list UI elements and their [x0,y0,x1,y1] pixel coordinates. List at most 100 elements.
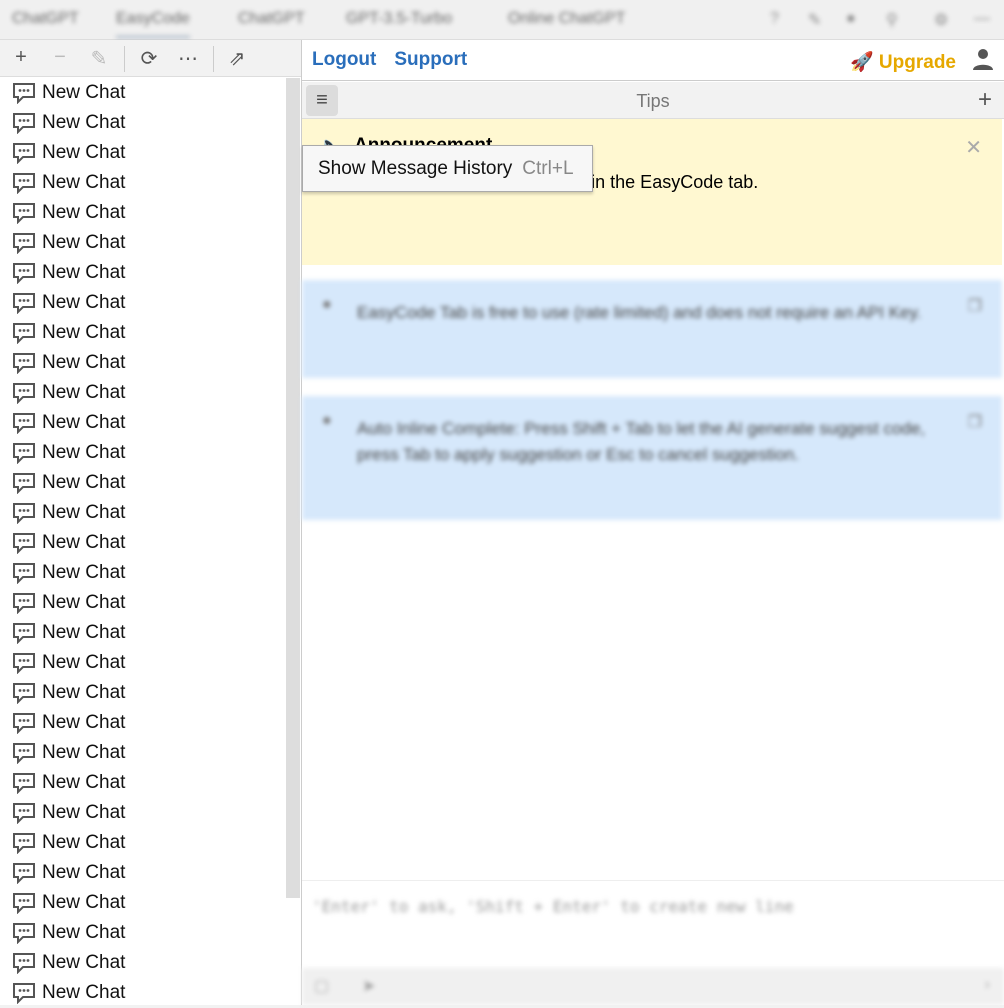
chat-list-item[interactable]: New Chat [0,858,286,888]
pin-icon[interactable]: ⚲ [886,10,898,30]
divider [124,46,125,72]
chat-bubble-icon [13,473,35,494]
chat-list-item[interactable]: New Chat [0,288,286,318]
tab-easycode[interactable]: EasyCode [116,10,190,38]
chat-bubble-icon [13,203,35,224]
chat-title: New Chat [42,232,126,253]
tab-online-chatgpt[interactable]: Online ChatGPT [508,10,625,28]
chat-bubble-icon [13,293,35,314]
chat-bubble-icon [13,383,35,404]
chat-list-item[interactable]: New Chat [0,198,286,228]
tooltip-label: Show Message History [318,157,513,179]
chat-list-item[interactable]: New Chat [0,258,286,288]
tab-chatgpt[interactable]: ChatGPT [12,10,79,28]
chat-bubble-icon [13,533,35,554]
chat-list-item[interactable]: New Chat [0,918,286,948]
chat-list-item[interactable]: New Chat [0,318,286,348]
chat-title: New Chat [42,562,126,583]
chat-title: New Chat [42,862,126,883]
close-icon[interactable]: ✕ [965,135,982,160]
add-icon[interactable]: + [9,46,33,69]
chat-title: New Chat [42,922,126,943]
chat-bubble-icon [13,863,35,884]
chat-bubble-icon [13,503,35,524]
chat-list-item[interactable]: New Chat [0,678,286,708]
chat-list-item[interactable]: New Chat [0,648,286,678]
user-icon[interactable] [972,48,994,75]
tips-title: Tips [636,91,670,111]
chat-title: New Chat [42,652,126,673]
chat-list-item[interactable]: New Chat [0,738,286,768]
chat-list-item[interactable]: New Chat [0,228,286,258]
chat-list-item[interactable]: New Chat [0,828,286,858]
wrench-icon[interactable]: ✎ [808,10,821,30]
chat-list-item[interactable]: New Chat [0,408,286,438]
chat-list-item[interactable]: New Chat [0,438,286,468]
chat-bubble-icon [13,413,35,434]
chat-list-item[interactable]: New Chat [0,558,286,588]
logout-link[interactable]: Logout [312,49,376,71]
chat-list-item[interactable]: New Chat [0,768,286,798]
more-icon[interactable]: ⋯ [176,46,200,71]
chat-list-item[interactable]: New Chat [0,348,286,378]
chat-list-item[interactable]: New Chat [0,138,286,168]
chat-title: New Chat [42,682,126,703]
chat-bubble-icon [13,923,35,944]
tooltip-shortcut: Ctrl+L [522,157,574,179]
chat-list-item[interactable]: New Chat [0,588,286,618]
chat-title: New Chat [42,502,126,523]
robot-icon[interactable]: ● [846,10,856,28]
chat-list-item[interactable]: New Chat [0,618,286,648]
chat-list-item[interactable]: New Chat [0,798,286,828]
chat-list-item[interactable]: New Chat [0,978,286,1008]
message-input[interactable]: 'Enter' to ask, 'Shift + Enter' to creat… [302,880,1004,968]
copy-icon[interactable]: ❐ [968,412,982,432]
rocket-icon: 🚀 [849,52,874,73]
chat-title: New Chat [42,292,126,313]
chat-title: New Chat [42,982,126,1003]
chat-bubble-icon [13,113,35,134]
chat-list-item[interactable]: New Chat [0,528,286,558]
copy-icon[interactable]: ❐ [968,296,982,316]
chat-list-item[interactable]: New Chat [0,378,286,408]
chat-list-item[interactable]: New Chat [0,888,286,918]
tab-gpt35[interactable]: GPT-3.5-Turbo [346,10,452,28]
chat-list-item[interactable]: New Chat [0,498,286,528]
remove-icon[interactable]: − [48,46,72,69]
chat-title: New Chat [42,532,126,553]
chat-list-item[interactable]: New Chat [0,468,286,498]
chat-list-item[interactable]: New Chat [0,168,286,198]
chat-list-item[interactable]: New Chat [0,708,286,738]
chat-list-item[interactable]: New Chat [0,78,286,108]
support-link[interactable]: Support [394,49,467,71]
sidebar-toolbar: + − ✎ ⟳ ⋯ ⇗ [0,40,301,77]
add-icon[interactable]: + [978,86,992,114]
help-icon[interactable]: ? [770,10,779,28]
tab-chatgpt-2[interactable]: ChatGPT [238,10,305,28]
chat-list-item[interactable]: New Chat [0,948,286,978]
edit-icon[interactable]: ✎ [87,46,111,71]
chat-bubble-icon [13,263,35,284]
chat-title: New Chat [42,202,126,223]
chat-title: New Chat [42,952,126,973]
tips-bar: ≡ Tips + [302,82,1004,119]
minimize-icon[interactable]: — [974,10,990,28]
open-external-icon[interactable]: ⇗ [225,46,249,71]
expand-icon[interactable]: › [985,976,990,994]
chat-list-item[interactable]: New Chat [0,108,286,138]
chat-bubble-icon [13,893,35,914]
send-icon[interactable]: ➤ [362,976,375,996]
chat-title: New Chat [42,832,126,853]
chat-bubble-icon [13,773,35,794]
chat-bubble-icon [13,803,35,824]
input-toolbar: ▢ ➤ › [302,968,1004,1005]
chat-title: New Chat [42,172,126,193]
chat-bubble-icon [13,983,35,1004]
tooltip: Show Message History Ctrl+L [302,145,593,192]
upgrade-button[interactable]: 🚀 Upgrade [850,50,956,74]
refresh-icon[interactable]: ⟳ [137,46,161,71]
chat-bubble-icon [13,833,35,854]
scrollbar[interactable] [286,78,300,898]
attach-icon[interactable]: ▢ [314,976,329,996]
gear-icon[interactable]: ⚙ [934,10,948,30]
